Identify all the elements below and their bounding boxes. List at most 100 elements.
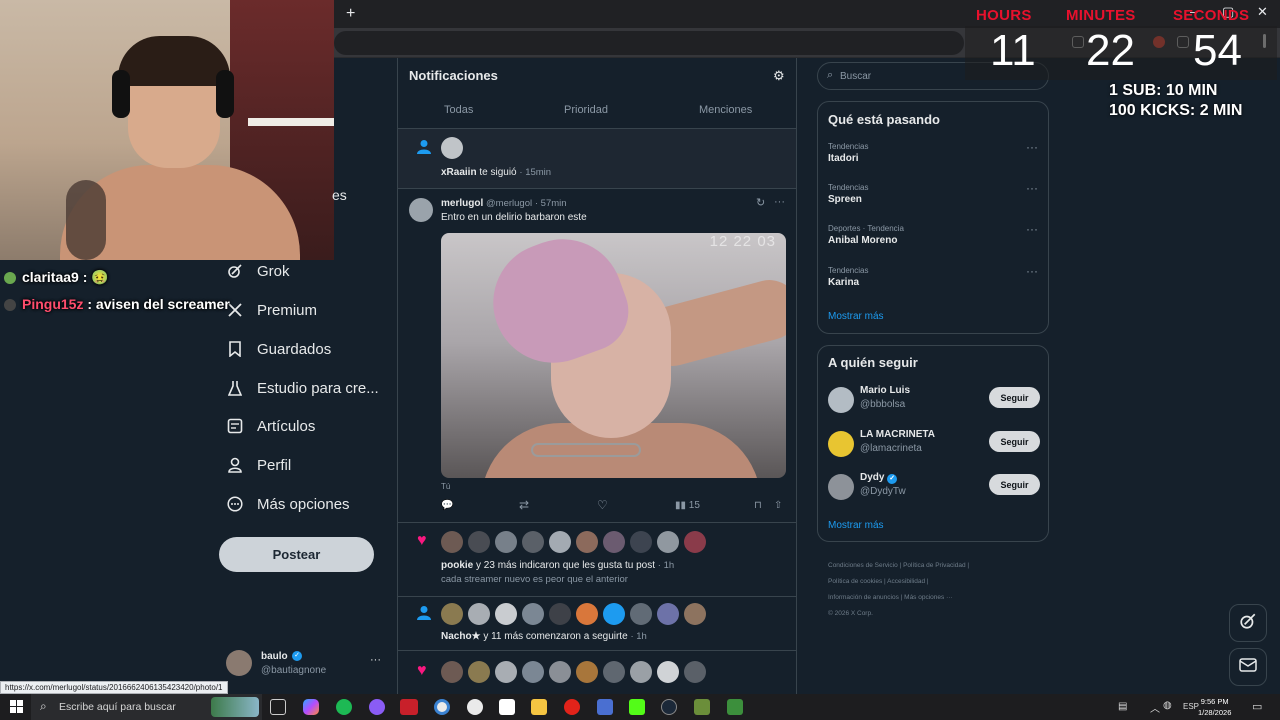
trend-more-icon[interactable]: ···	[1026, 140, 1038, 154]
folder-icon[interactable]	[531, 699, 547, 715]
suggestion-row[interactable]: Dydy ✓ @DydyTw Seguir	[828, 472, 1040, 504]
footer-link[interactable]: Más opciones ···	[904, 594, 952, 601]
bookmark-post-icon[interactable]: ⊓	[754, 500, 762, 511]
chat-user: Pingu15z	[22, 296, 84, 312]
clock-time: 9:56 PM	[1200, 697, 1229, 706]
trend-item[interactable]: Tendencias Karina	[828, 266, 868, 288]
copilot-icon[interactable]	[303, 699, 319, 715]
repost-icon[interactable]: ⇄	[519, 498, 529, 512]
trend-item[interactable]: Tendencias Spreen	[828, 183, 868, 205]
windows-start-icon[interactable]	[10, 700, 23, 713]
taskbar-search[interactable]: ⌕ Escribe aquí para buscar	[31, 694, 262, 720]
post-button[interactable]: Postear	[219, 537, 374, 572]
who-to-follow-title: A quién seguir	[828, 355, 918, 370]
verified-badge-icon: ✓	[292, 651, 302, 661]
keyboard-icon[interactable]: ▤	[1118, 701, 1127, 712]
url-field[interactable]	[334, 31, 964, 55]
suggestion-row[interactable]: LA MACRINETA @lamacrineta Seguir	[828, 429, 1040, 461]
post-text: Entro en un delirio barbaron este	[441, 212, 587, 223]
nav-item-premium[interactable]: Premium	[226, 298, 317, 322]
app-icon[interactable]	[597, 699, 613, 715]
grok-icon	[226, 262, 244, 280]
notification-follows[interactable]: Nacho★ y 11 más comenzaron a seguirte · …	[398, 597, 796, 649]
nav-label-studio: Estudio para cre...	[257, 379, 379, 397]
reply-icon[interactable]: 💬	[441, 500, 453, 511]
views-stat[interactable]: ▮▮ 15	[675, 500, 700, 511]
follow-button[interactable]: Seguir	[989, 474, 1040, 495]
opera-icon[interactable]	[564, 699, 580, 715]
settings-gear-icon[interactable]: ⚙	[773, 68, 785, 84]
account-switcher[interactable]: baulo ✓ @bautiagnone ···	[226, 648, 386, 682]
notification-text: xRaaiin te siguió · 15min	[441, 167, 551, 178]
footer-link[interactable]: Política de cookies	[828, 578, 882, 585]
tab-mentions[interactable]: Menciones	[699, 104, 752, 116]
heart-icon: ♥	[417, 662, 427, 679]
trend-item[interactable]: Tendencias Itadori	[828, 142, 868, 164]
trend-category: Tendencias	[828, 183, 869, 192]
notif-time: · 1h	[630, 631, 647, 642]
avatar	[684, 603, 706, 625]
tray-chevron-icon[interactable]: ︿	[1150, 700, 1160, 715]
grok-post-icon[interactable]: ↻	[756, 196, 765, 209]
discord-icon[interactable]	[369, 699, 385, 715]
notification-likes[interactable]: ♥ pookie y 23 más indicaron que les gust…	[398, 523, 796, 595]
search-input[interactable]: Buscar	[840, 71, 871, 82]
taskbar-search-input[interactable]: Escribe aquí para buscar	[59, 701, 176, 713]
nav-item-articles[interactable]: Artículos	[226, 414, 315, 438]
new-tab-button[interactable]: +	[346, 5, 355, 23]
profile-handle: @bautiagnone	[261, 665, 327, 676]
minecraft-icon[interactable]	[727, 699, 743, 715]
nav-item-profile[interactable]: Perfil	[226, 453, 291, 477]
kick-icon[interactable]	[629, 699, 645, 715]
footer-link[interactable]: Política de Privacidad	[903, 562, 966, 569]
follow-button[interactable]: Seguir	[989, 387, 1040, 408]
steam-icon[interactable]	[661, 699, 677, 715]
spotify-icon[interactable]	[336, 699, 352, 715]
grok-fab[interactable]	[1229, 604, 1267, 642]
streamer-tattoo	[66, 180, 106, 260]
notification-likes[interactable]: ♥	[398, 651, 796, 694]
tab-all[interactable]: Todas	[444, 104, 473, 116]
nav-item-more[interactable]: Más opciones	[226, 492, 350, 516]
post-more-icon[interactable]: ···	[774, 196, 785, 208]
follow-button[interactable]: Seguir	[989, 431, 1040, 452]
footer-link[interactable]: Accesibilidad	[887, 578, 925, 585]
nav-item-bookmarks[interactable]: Guardados	[226, 337, 331, 361]
network-icon[interactable]: ◍	[1163, 700, 1172, 711]
nav-item-studio[interactable]: Estudio para cre...	[226, 376, 379, 400]
search-highlight-image	[211, 697, 259, 717]
tab-priority[interactable]: Prioridad	[564, 104, 608, 116]
avatar	[468, 603, 490, 625]
follow-show-more[interactable]: Mostrar más	[828, 520, 884, 531]
trend-item[interactable]: Deportes · Tendencia Anibal Moreno	[828, 224, 904, 246]
footer-link[interactable]: Información de anuncios	[828, 594, 899, 601]
task-view-icon[interactable]	[270, 699, 286, 715]
notification-follow[interactable]: xRaaiin te siguió · 15min	[398, 129, 796, 188]
account-more-icon[interactable]: ···	[370, 654, 381, 666]
footer-link[interactable]: Condiciones de Servicio	[828, 562, 898, 569]
avatar	[549, 603, 571, 625]
person-icon	[417, 139, 431, 160]
system-clock[interactable]: 9:56 PM 1/28/2026	[1198, 696, 1231, 718]
close-window-button[interactable]: ✕	[1257, 4, 1268, 20]
app-icon[interactable]	[694, 699, 710, 715]
share-icon[interactable]: ⇧	[774, 500, 782, 511]
language-indicator[interactable]: ESP	[1183, 702, 1199, 711]
suggestion-row[interactable]: Mario Luis @bbbolsa Seguir	[828, 385, 1040, 417]
trend-more-icon[interactable]: ···	[1026, 222, 1038, 236]
notification-center-icon[interactable]: ▭	[1252, 700, 1262, 713]
views-icon: ▮▮	[675, 500, 687, 511]
like-icon[interactable]: ♡	[597, 498, 608, 512]
footer-line: Condiciones de Servicio | Política de Pr…	[828, 558, 1048, 574]
capcut-icon[interactable]	[499, 699, 515, 715]
app-icon[interactable]	[400, 699, 418, 715]
nav-item-grok[interactable]: Grok	[226, 259, 290, 283]
messages-fab[interactable]	[1229, 648, 1267, 686]
trending-show-more[interactable]: Mostrar más	[828, 311, 884, 322]
obs-icon[interactable]	[467, 699, 483, 715]
trend-more-icon[interactable]: ···	[1026, 181, 1038, 195]
post-media[interactable]: 12 22 03	[441, 233, 786, 478]
suggestion-handle: @DydyTw	[860, 486, 906, 497]
trend-more-icon[interactable]: ···	[1026, 264, 1038, 278]
chrome-icon[interactable]	[434, 699, 450, 715]
